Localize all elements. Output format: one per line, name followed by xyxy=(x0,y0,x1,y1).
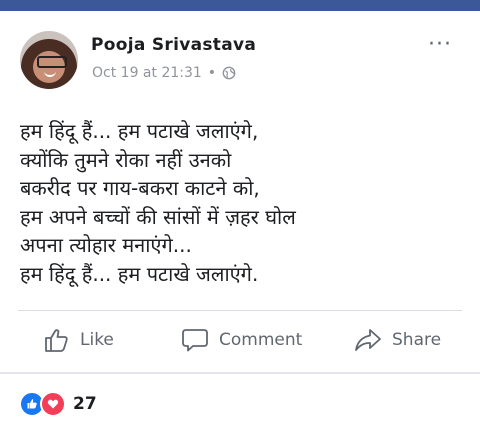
author-name[interactable]: Pooja Srivastava xyxy=(91,35,256,55)
section-divider xyxy=(0,372,480,374)
share-icon xyxy=(355,329,381,351)
share-button[interactable]: Share xyxy=(354,318,441,362)
comment-button[interactable]: Comment xyxy=(181,318,302,362)
divider xyxy=(18,310,462,311)
avatar[interactable] xyxy=(20,31,78,89)
post-text-line: अपना त्योहार मनाएंगे... xyxy=(20,233,192,257)
reaction-count: 27 xyxy=(73,394,97,414)
top-bar xyxy=(0,0,480,11)
love-reaction-icon xyxy=(40,391,66,417)
post-text-line: क्योंकि तुमने रोका नहीं उनको xyxy=(20,147,232,172)
post-text-line: हम अपने बच्चों की सांसों में ज़हर घोल xyxy=(20,204,296,229)
post-meta: Oct 19 at 21:31 • xyxy=(92,65,236,81)
post-text-line: हम हिंदू हैं... हम पटाखे जलाएंगे. xyxy=(20,261,259,286)
avatar-glasses xyxy=(37,56,67,68)
post-text-line: हम हिंदू हैं... हम पटाखे जलाएंगे, xyxy=(20,119,259,143)
reactions-summary[interactable]: 27 xyxy=(19,391,97,417)
like-button[interactable]: Like xyxy=(42,318,114,362)
meta-separator: • xyxy=(207,65,217,81)
more-options-icon[interactable]: ··· xyxy=(428,34,452,56)
avatar-smile xyxy=(44,70,56,77)
globe-icon[interactable] xyxy=(222,66,236,80)
share-label: Share xyxy=(392,330,442,350)
action-bar: Like Comment Share xyxy=(18,318,462,362)
like-label: Like xyxy=(80,330,114,350)
post-text: हम हिंदू हैं... हम पटाखे जलाएंगे, क्योंक… xyxy=(20,117,470,288)
thumbs-up-icon xyxy=(45,329,68,352)
comment-icon xyxy=(182,329,208,352)
comment-label: Comment xyxy=(219,330,303,350)
post-text-line: बकरीद पर गाय-बकरा काटने को, xyxy=(20,176,260,200)
timestamp[interactable]: Oct 19 at 21:31 xyxy=(92,65,202,81)
